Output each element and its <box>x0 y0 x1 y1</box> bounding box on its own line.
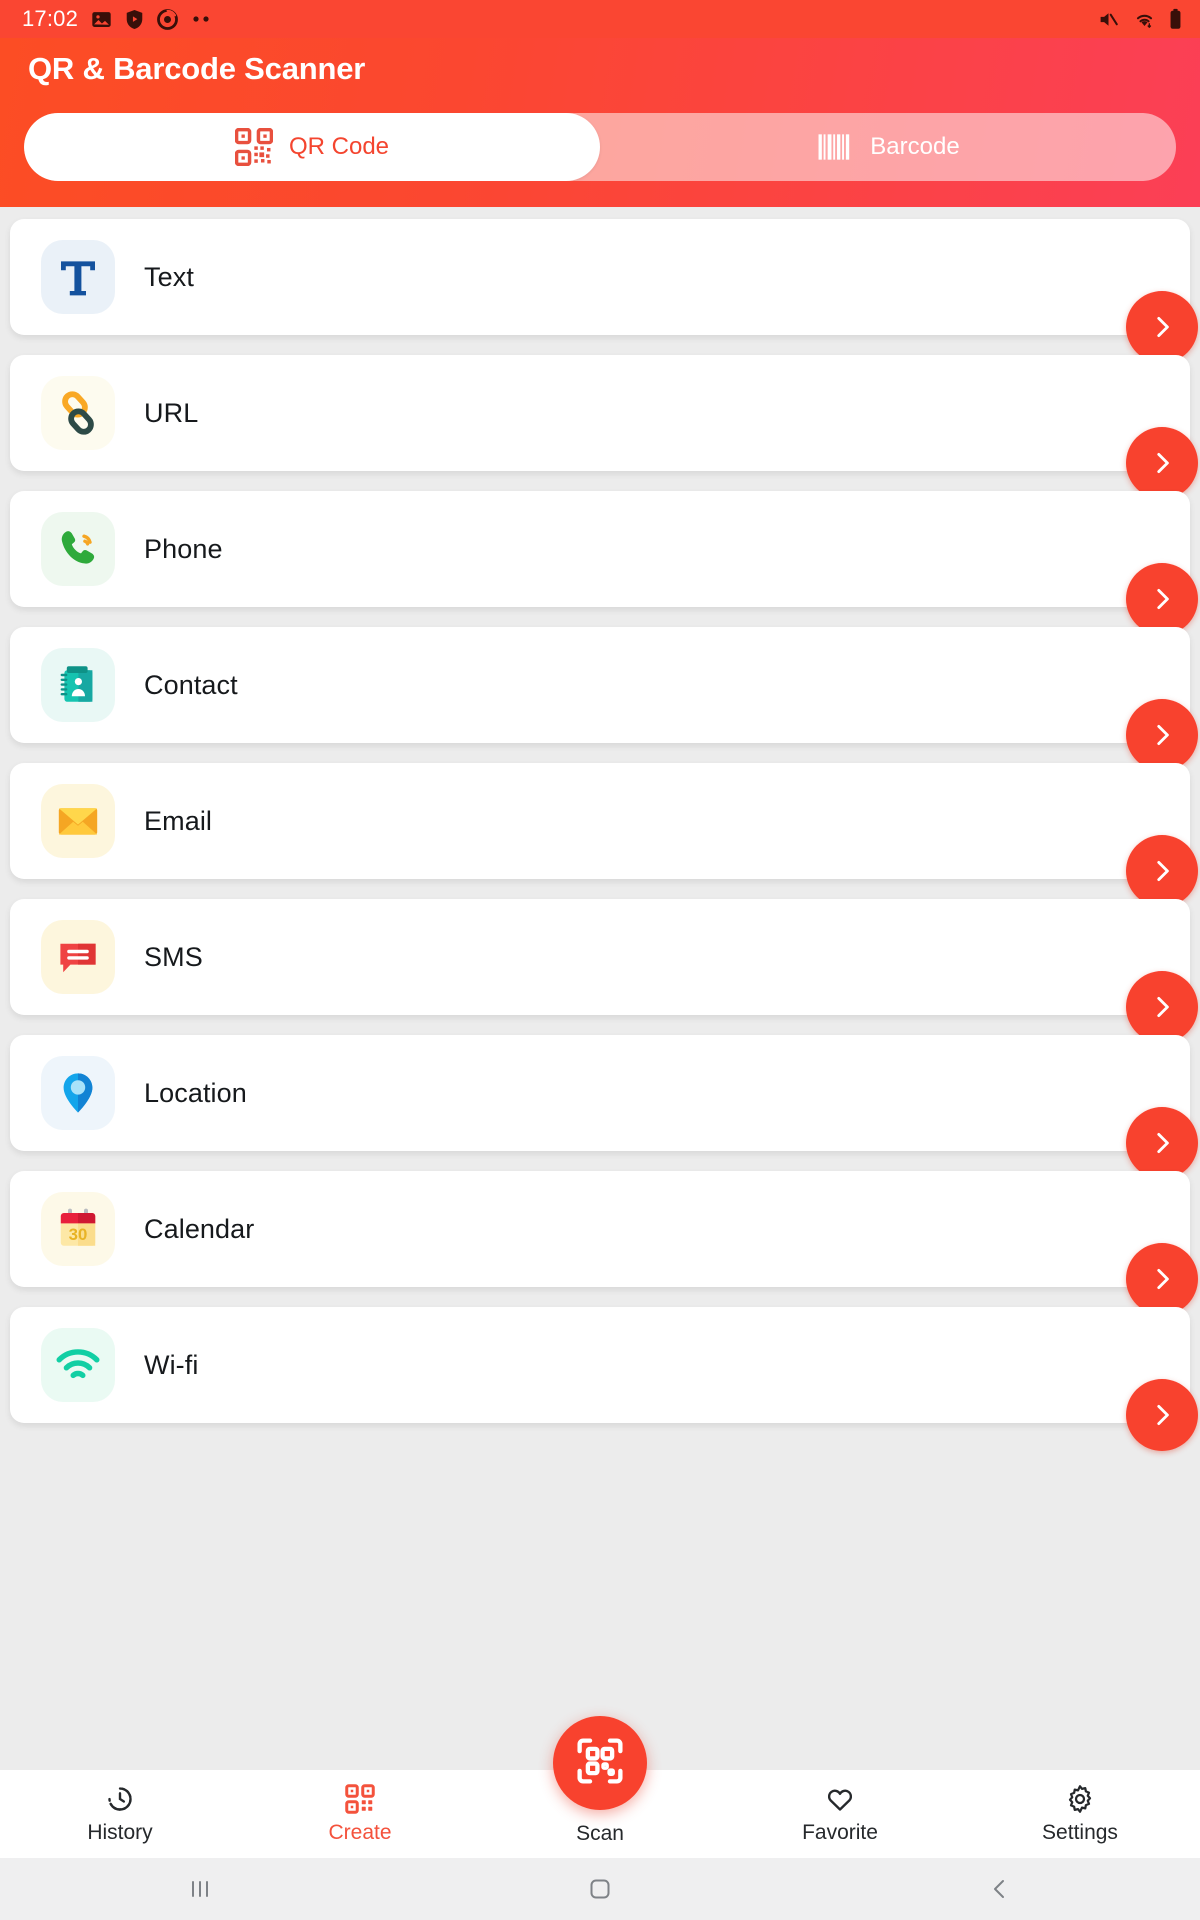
status-bar: 17:02 <box>0 0 1200 38</box>
back-icon[interactable] <box>800 1876 1200 1902</box>
nav-item-label: Settings <box>1042 1820 1118 1844</box>
scan-fab-button[interactable] <box>553 1716 647 1810</box>
link-icon <box>41 376 115 450</box>
nav-item-create[interactable]: Create <box>240 1783 480 1845</box>
chevron-right-icon[interactable] <box>1126 1107 1198 1179</box>
list-item-wifi[interactable]: Wi-fi <box>10 1307 1198 1451</box>
more-dots-icon <box>193 16 209 22</box>
qr-type-list: Text URL Phone Contact Email SMS Locatio… <box>0 202 1200 1920</box>
list-item-text[interactable]: Text <box>10 219 1198 363</box>
list-item-location[interactable]: Location <box>10 1035 1198 1179</box>
mute-icon <box>1100 12 1118 26</box>
list-item-sms[interactable]: SMS <box>10 899 1198 1043</box>
qr-code-icon <box>345 1783 375 1814</box>
calendar-icon: 30 <box>41 1192 115 1266</box>
shield-icon <box>126 9 143 29</box>
text-icon <box>41 240 115 314</box>
chevron-right-icon[interactable] <box>1126 971 1198 1043</box>
nav-item-label: Favorite <box>802 1820 878 1844</box>
list-item-url[interactable]: URL <box>10 355 1198 499</box>
phone-icon <box>41 512 115 586</box>
list-item-email[interactable]: Email <box>10 763 1198 907</box>
list-item-label: Calendar <box>144 1213 255 1244</box>
chevron-right-icon[interactable] <box>1126 427 1198 499</box>
android-system-nav <box>0 1858 1200 1920</box>
home-icon[interactable] <box>400 1876 800 1902</box>
status-time: 17:02 <box>22 6 79 31</box>
list-item-label: Text <box>144 261 194 292</box>
heart-icon <box>825 1784 855 1814</box>
scan-label: Scan <box>576 1822 624 1845</box>
image-icon <box>92 11 111 27</box>
app-header: QR & Barcode Scanner QR Code Barcode <box>0 38 1200 208</box>
mode-tab-bar: QR Code Barcode <box>24 113 1176 182</box>
nav-item-settings[interactable]: Settings <box>960 1784 1200 1845</box>
gear-icon <box>1065 1784 1095 1814</box>
clock-icon <box>105 1784 135 1814</box>
nav-item-history[interactable]: History <box>0 1784 240 1845</box>
chevron-right-icon[interactable] <box>1126 1379 1198 1451</box>
status-bar-right <box>1097 8 1182 30</box>
svg-text:30: 30 <box>69 1225 88 1244</box>
nav-item-label: Create <box>328 1820 392 1844</box>
tab-qr-code-label: QR Code <box>288 133 390 161</box>
chevron-right-icon[interactable] <box>1126 699 1198 771</box>
chevron-right-icon[interactable] <box>1126 563 1198 635</box>
contact-icon <box>41 648 115 722</box>
list-item-label: Contact <box>144 669 238 700</box>
list-item-label: Email <box>144 805 213 836</box>
page-title: QR & Barcode Scanner <box>28 51 366 86</box>
wifi-icon <box>1136 14 1153 28</box>
sms-icon <box>41 920 115 994</box>
list-item-phone[interactable]: Phone <box>10 491 1198 635</box>
tab-barcode-label: Barcode <box>870 133 960 161</box>
nav-item-label: History <box>87 1820 153 1844</box>
location-icon <box>41 1056 115 1130</box>
list-item-contact[interactable]: Contact <box>10 627 1198 771</box>
list-item-label: SMS <box>144 941 203 972</box>
barcode-icon <box>816 131 854 163</box>
list-item-label: Wi-fi <box>144 1349 199 1380</box>
battery-icon <box>1170 8 1181 29</box>
tab-barcode[interactable]: Barcode <box>600 113 1176 181</box>
nav-item-favorite[interactable]: Favorite <box>720 1784 960 1845</box>
chevron-right-icon[interactable] <box>1126 835 1198 907</box>
wifi-signal-icon <box>41 1328 115 1402</box>
qr-scan-icon <box>574 1735 626 1792</box>
list-item-calendar[interactable]: 30 Calendar <box>10 1171 1198 1315</box>
recents-icon[interactable] <box>0 1877 400 1901</box>
list-item-label: Phone <box>144 533 223 564</box>
status-bar-left: 17:02 <box>22 6 213 32</box>
email-icon <box>41 784 115 858</box>
alarm-icon <box>157 8 178 30</box>
chevron-right-icon[interactable] <box>1126 1243 1198 1315</box>
tab-qr-code[interactable]: QR Code <box>24 113 600 182</box>
list-item-label: Location <box>144 1077 247 1108</box>
list-item-label: URL <box>144 397 199 428</box>
qr-code-icon <box>234 128 273 167</box>
chevron-right-icon[interactable] <box>1126 291 1198 363</box>
